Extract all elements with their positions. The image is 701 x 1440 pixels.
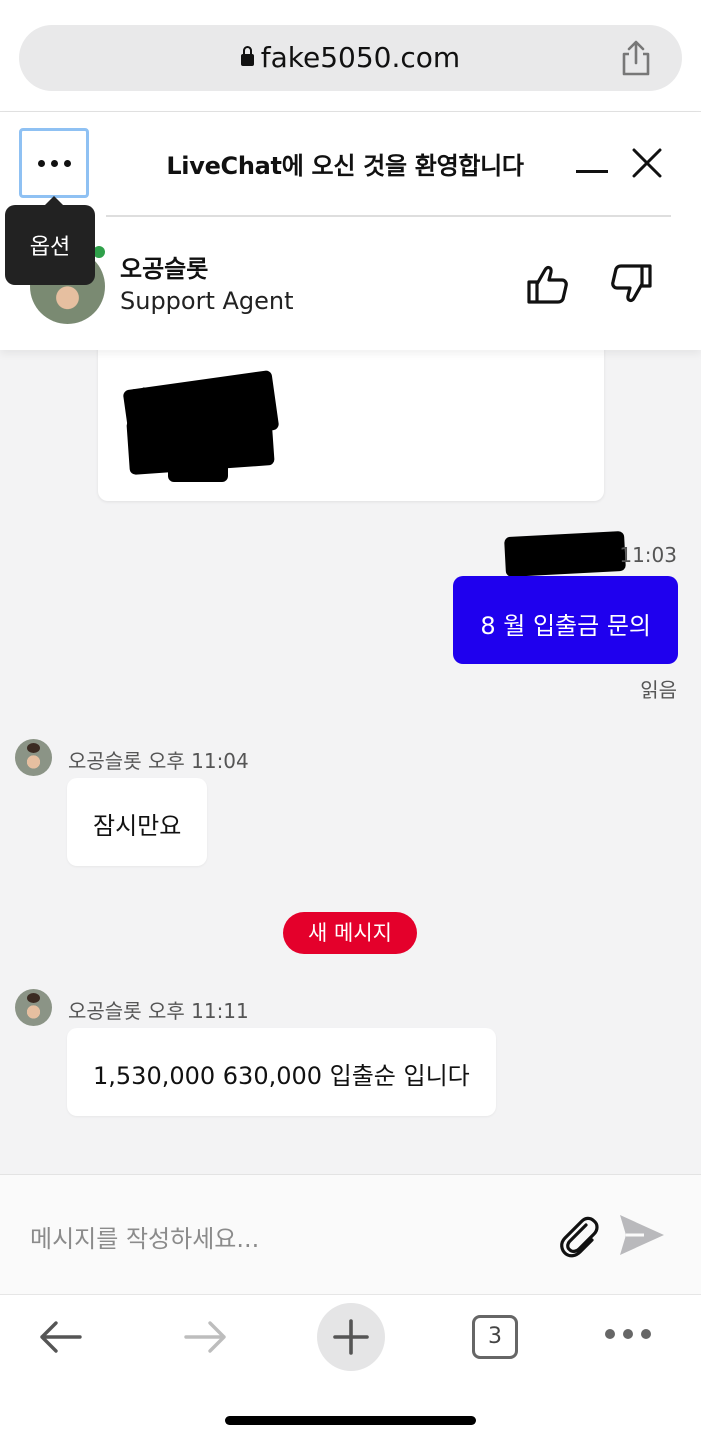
redaction-mark bbox=[504, 530, 626, 578]
agent-avatar-small bbox=[15, 989, 52, 1026]
new-tab-button[interactable] bbox=[317, 1303, 385, 1371]
options-tooltip: 옵션 bbox=[5, 196, 95, 285]
share-icon[interactable] bbox=[618, 39, 654, 77]
close-icon[interactable] bbox=[630, 146, 664, 180]
tab-switcher-button[interactable]: 3 bbox=[472, 1315, 518, 1359]
chat-title: LiveChat에 오신 것을 환영합니다 bbox=[166, 152, 524, 180]
agent-avatar-small bbox=[15, 739, 52, 776]
received-message-bubble[interactable]: 잠시만요 bbox=[67, 778, 208, 866]
header-divider bbox=[106, 215, 671, 217]
new-message-badge[interactable]: 새 메시지 bbox=[283, 912, 417, 954]
prechat-form-card: 이름: bbox=[98, 350, 604, 501]
minimize-icon[interactable] bbox=[576, 170, 608, 173]
thumbs-up-icon[interactable] bbox=[525, 262, 569, 306]
conversation-area[interactable]: 이름: 11:03 8 월 입출금 문의 읽음 오공슬롯 오후 11:04 잠시… bbox=[0, 350, 701, 1174]
received-message-bubble[interactable]: 1,530,000 630,000 입출순 입니다 bbox=[67, 1028, 496, 1116]
paperclip-icon[interactable] bbox=[556, 1213, 602, 1259]
browser-toolbar: 3 bbox=[0, 1294, 701, 1440]
forward-arrow-icon[interactable] bbox=[180, 1315, 230, 1359]
chat-header: LiveChat에 오신 것을 환영합니다 옵션 오공슬롯 Support Ag… bbox=[0, 112, 701, 350]
more-icon[interactable] bbox=[605, 1329, 651, 1339]
send-icon[interactable] bbox=[618, 1213, 666, 1257]
address-bar[interactable]: fake5050.com bbox=[19, 25, 682, 91]
more-options-dot bbox=[50, 159, 58, 167]
redaction-mark bbox=[168, 440, 228, 482]
received-message-meta: 오공슬롯 오후 11:04 bbox=[68, 749, 249, 773]
agent-name: 오공슬롯 bbox=[120, 255, 209, 283]
more-options-dot bbox=[63, 159, 71, 167]
read-receipt: 읽음 bbox=[640, 678, 677, 702]
browser-address-area: fake5050.com bbox=[0, 0, 701, 112]
back-arrow-icon[interactable] bbox=[36, 1315, 86, 1359]
url-text: fake5050.com bbox=[260, 41, 461, 74]
message-composer: 메시지를 작성하세요... bbox=[0, 1174, 701, 1294]
sent-message-bubble[interactable]: 8 월 입출금 문의 bbox=[453, 576, 678, 664]
lock-icon bbox=[240, 46, 254, 66]
options-button[interactable] bbox=[19, 128, 89, 198]
agent-role: Support Agent bbox=[120, 287, 294, 315]
received-message-meta: 오공슬롯 오후 11:11 bbox=[68, 999, 249, 1023]
plus-icon bbox=[333, 1319, 369, 1355]
more-options-icon bbox=[37, 159, 45, 167]
thumbs-down-icon[interactable] bbox=[610, 262, 654, 306]
home-indicator bbox=[225, 1416, 476, 1425]
sent-message-time: 11:03 bbox=[619, 543, 677, 567]
url-display[interactable]: fake5050.com bbox=[19, 41, 682, 74]
message-input[interactable]: 메시지를 작성하세요... bbox=[30, 1219, 259, 1254]
